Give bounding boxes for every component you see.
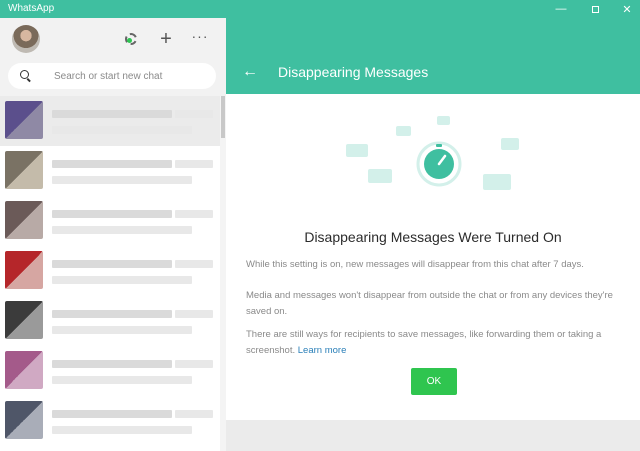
dialog-heading: Disappearing Messages Were Turned On bbox=[304, 229, 562, 245]
chat-avatar bbox=[5, 401, 43, 439]
info-text-3: There are still ways for recipients to s… bbox=[246, 327, 626, 359]
search-box[interactable] bbox=[8, 63, 216, 89]
maximize-icon bbox=[591, 5, 599, 13]
redacted-text bbox=[175, 360, 213, 368]
avatar[interactable] bbox=[12, 25, 40, 53]
main-panel: ← Disappearing Messages Disappearing Mes… bbox=[226, 18, 640, 451]
redacted-text bbox=[52, 276, 192, 284]
redacted-text bbox=[175, 310, 213, 318]
redacted-text bbox=[52, 210, 172, 218]
learn-more-link[interactable]: Learn more bbox=[298, 345, 347, 356]
redacted-text bbox=[175, 160, 213, 168]
chat-list-item[interactable] bbox=[0, 96, 220, 146]
maximize-button[interactable] bbox=[580, 0, 610, 18]
ok-button[interactable]: OK bbox=[411, 368, 457, 395]
redacted-text bbox=[52, 360, 172, 368]
redacted-text bbox=[52, 426, 192, 434]
disappearing-messages-content: Disappearing Messages Were Turned On Whi… bbox=[226, 94, 640, 420]
info-text-2: Media and messages won't disappear from … bbox=[246, 290, 613, 317]
redacted-text bbox=[52, 260, 172, 268]
chat-list-item[interactable] bbox=[0, 396, 220, 446]
search-icon bbox=[20, 70, 29, 79]
redacted-text bbox=[52, 326, 192, 334]
back-arrow-icon[interactable]: ← bbox=[242, 64, 258, 80]
status-button[interactable] bbox=[120, 28, 142, 50]
minimize-icon: — bbox=[555, 3, 567, 15]
chat-list-item[interactable] bbox=[0, 146, 220, 196]
chat-list-item[interactable] bbox=[0, 246, 220, 296]
app-title: WhatsApp bbox=[8, 3, 55, 14]
chat-list-item[interactable] bbox=[0, 346, 220, 396]
close-icon: ✕ bbox=[622, 3, 632, 16]
plus-icon: + bbox=[160, 27, 172, 50]
new-chat-button[interactable]: + bbox=[155, 28, 177, 50]
redacted-text bbox=[175, 210, 213, 218]
redacted-text bbox=[52, 176, 192, 184]
info-text-1: While this setting is on, new messages w… bbox=[246, 259, 584, 270]
chat-list bbox=[0, 96, 220, 451]
status-icon bbox=[125, 33, 137, 45]
title-bar: WhatsApp — ✕ bbox=[0, 0, 640, 18]
scrollbar-thumb[interactable] bbox=[221, 96, 225, 138]
redacted-text bbox=[52, 410, 172, 418]
page-title: Disappearing Messages bbox=[278, 64, 429, 80]
redacted-text bbox=[175, 110, 213, 118]
redacted-text bbox=[52, 160, 172, 168]
close-button[interactable]: ✕ bbox=[612, 0, 640, 18]
chat-avatar bbox=[5, 201, 43, 239]
sidebar: + ··· bbox=[0, 18, 227, 451]
chat-list-item[interactable] bbox=[0, 296, 220, 346]
sidebar-header: + ··· bbox=[0, 18, 226, 60]
redacted-text bbox=[52, 110, 172, 118]
redacted-text bbox=[52, 310, 172, 318]
chat-list-item[interactable] bbox=[0, 196, 220, 246]
more-options-icon: ··· bbox=[191, 28, 209, 44]
chat-avatar bbox=[5, 151, 43, 189]
redacted-text bbox=[52, 126, 192, 134]
chat-avatar bbox=[5, 101, 43, 139]
chat-avatar bbox=[5, 251, 43, 289]
timer-illustration bbox=[346, 116, 519, 190]
redacted-text bbox=[52, 226, 192, 234]
redacted-text bbox=[175, 260, 213, 268]
menu-button[interactable]: ··· bbox=[189, 25, 211, 47]
chat-avatar bbox=[5, 351, 43, 389]
search-bar bbox=[0, 60, 226, 96]
minimize-button[interactable]: — bbox=[546, 0, 576, 18]
chat-avatar bbox=[5, 301, 43, 339]
search-input[interactable] bbox=[54, 68, 209, 84]
redacted-text bbox=[175, 410, 213, 418]
redacted-text bbox=[52, 376, 192, 384]
panel-header: ← Disappearing Messages bbox=[226, 18, 640, 94]
